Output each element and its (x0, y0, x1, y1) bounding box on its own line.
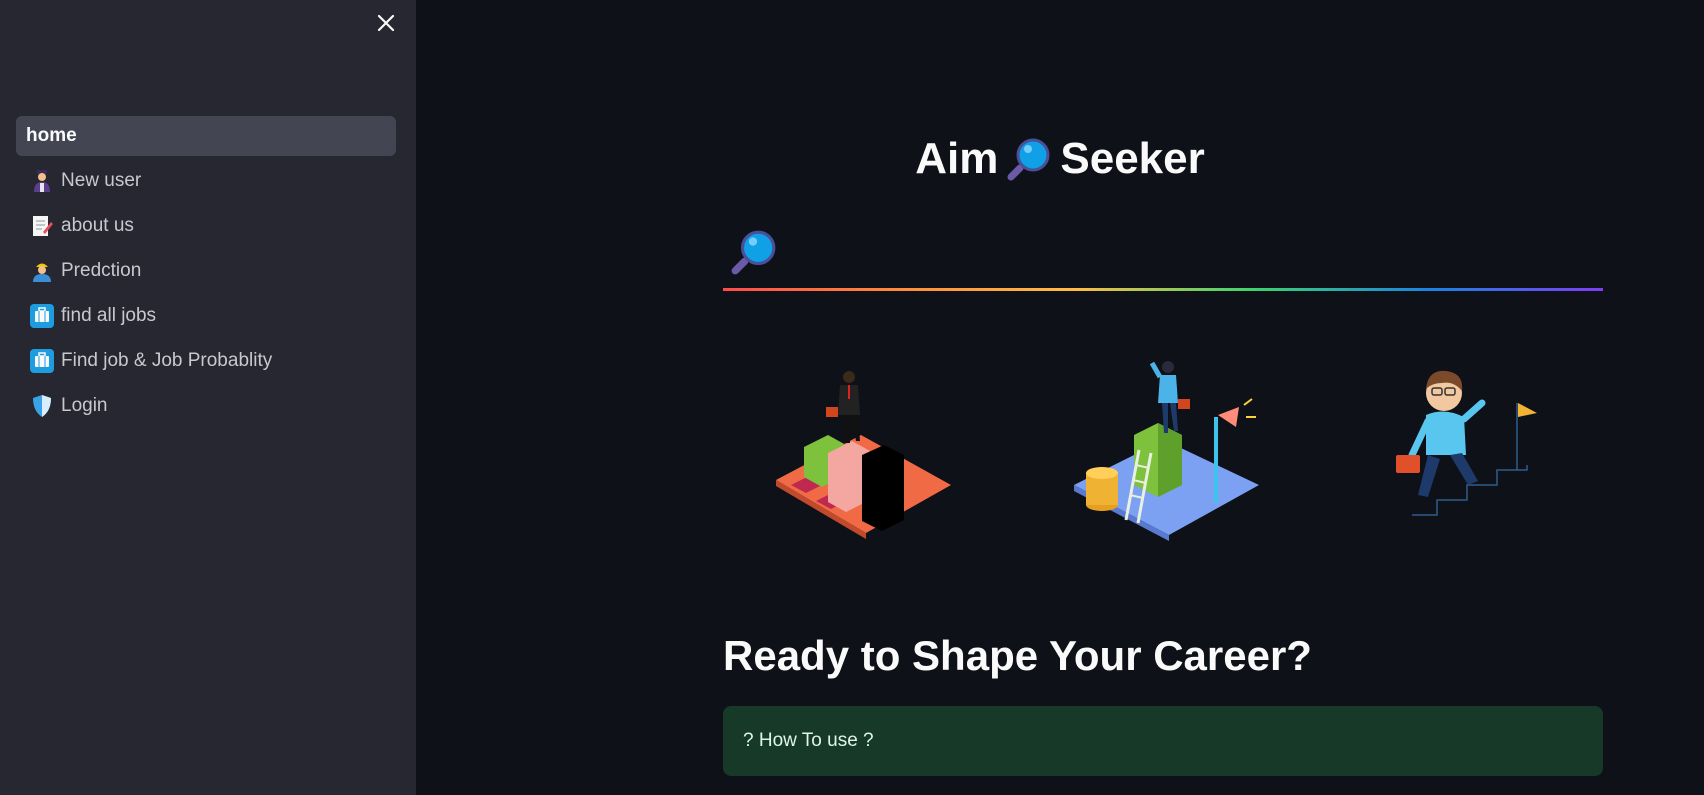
sidebar-item-label: Find job & Job Probablity (61, 350, 273, 371)
how-to-use-label: ? How To use ? (743, 730, 874, 751)
title-right: Seeker (1060, 134, 1205, 183)
sidebar: home New user about us Predction find al… (0, 0, 416, 795)
page-title: Aim Seeker (416, 128, 1704, 190)
close-icon (377, 14, 395, 32)
sidebar-item-label: home (26, 125, 77, 146)
sidebar-item-predction[interactable]: Predction (16, 251, 396, 291)
close-sidebar-button[interactable] (374, 10, 398, 36)
illustration-coins-ladder (1064, 355, 1264, 560)
title-left: Aim (915, 134, 999, 183)
person-icon (30, 169, 54, 193)
sidebar-item-login[interactable]: Login (16, 386, 396, 426)
main-content: Aim Seeker Ready to Shape Your Career? ?… (416, 0, 1704, 795)
sidebar-item-find-all-jobs[interactable]: find all jobs (16, 296, 396, 336)
memo-icon (30, 214, 54, 238)
illustration-career-steps (1382, 355, 1562, 530)
sidebar-item-label: find all jobs (61, 305, 157, 326)
briefcase-icon (30, 349, 54, 373)
sidebar-item-label: New user (61, 170, 142, 191)
sidebar-item-label: Login (61, 395, 108, 416)
magnifier-icon (730, 228, 778, 281)
sidebar-nav: home New user about us Predction find al… (16, 116, 396, 431)
worker-icon (30, 259, 54, 283)
magnifier-icon (1006, 136, 1052, 182)
illustration-bar-growth (766, 355, 966, 560)
sidebar-item-new-user[interactable]: New user (16, 161, 396, 201)
sidebar-item-label: about us (61, 215, 134, 236)
sidebar-item-find-job-probability[interactable]: Find job & Job Probablity (16, 341, 396, 381)
divider (723, 288, 1603, 291)
cta-heading: Ready to Shape Your Career? (723, 632, 1312, 679)
sidebar-item-home[interactable]: home (16, 116, 396, 156)
briefcase-icon (30, 304, 54, 328)
sidebar-item-about-us[interactable]: about us (16, 206, 396, 246)
shield-icon (30, 394, 54, 418)
sidebar-item-label: Predction (61, 260, 142, 281)
how-to-use-expander[interactable]: ? How To use ? (723, 706, 1603, 776)
